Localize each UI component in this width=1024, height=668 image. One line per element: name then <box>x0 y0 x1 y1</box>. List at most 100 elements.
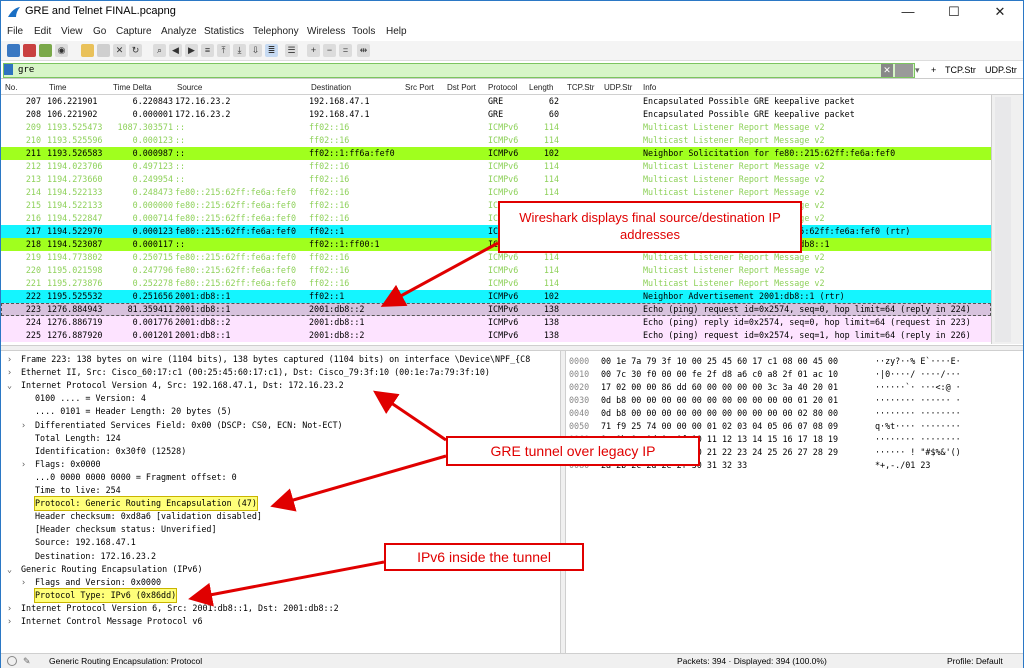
open-file-icon[interactable] <box>81 44 94 57</box>
expand-arrow-icon[interactable]: › <box>21 576 29 589</box>
find-packet-icon[interactable]: ⌕ <box>153 44 166 57</box>
col-destination[interactable]: Destination <box>311 83 351 92</box>
go-forward-icon[interactable]: ▶ <box>185 44 198 57</box>
filter-bookmark-icon[interactable] <box>4 64 13 75</box>
first-packet-icon[interactable]: ⤒ <box>217 44 230 57</box>
expand-arrow-icon[interactable]: › <box>7 353 15 366</box>
packet-row-212[interactable]: 212 1194.023706 0.497123:: ff02::16 ICMPv6 11… <box>1 160 991 173</box>
packet-row-220[interactable]: 220 1195.021598 0.247796 fe80::215:62ff:fe6… <box>1 264 991 277</box>
resize-columns-icon[interactable]: ⇹ <box>357 44 370 57</box>
detail-line[interactable]: Source: 192.168.47.1 <box>35 536 136 549</box>
packet-row-211[interactable]: 211 1193.526583 0.000987:: ff02::1:ff6a:fef… <box>1 147 991 160</box>
expert-info-icon[interactable] <box>7 656 17 666</box>
col-src-port[interactable]: Src Port <box>405 83 434 92</box>
packet-row-223[interactable]: 223 1276.884943 81.359411 2001:db8::1 2001:d… <box>1 303 991 316</box>
menu-telephony[interactable]: Telephony <box>253 26 299 37</box>
packet-row-224[interactable]: 224 1276.886719 0.001776 2001:db8::2 2001:db… <box>1 316 991 329</box>
packet-row-216[interactable]: 216 1194.522847 0.000714 fe80::215:62ff:fe6… <box>1 212 991 225</box>
detail-line[interactable]: Internet Protocol Version 4, Src: 192.16… <box>21 379 344 392</box>
packet-row-222[interactable]: 222 1195.525532 0.251656 2001:db8::1 ff02::1… <box>1 290 991 303</box>
filter-history-icon[interactable]: ▾ <box>915 64 923 77</box>
menu-statistics[interactable]: Statistics <box>204 26 244 37</box>
reload-file-icon[interactable]: ↻ <box>129 44 142 57</box>
menu-capture[interactable]: Capture <box>116 26 152 37</box>
detail-line[interactable]: 0100 .... = Version: 4 <box>35 392 146 405</box>
packet-row-210[interactable]: 210 1193.525596 0.000123:: ff02::16 ICMPv6 11… <box>1 134 991 147</box>
packet-row-213[interactable]: 213 1194.273660 0.249954:: ff02::16 ICMPv6 11… <box>1 173 991 186</box>
packet-row-221[interactable]: 221 1195.273876 0.252278 fe80::215:62ff:fe6… <box>1 277 991 290</box>
capture-options-icon[interactable]: ◉ <box>55 44 68 57</box>
col-tcp-stream[interactable]: TCP.Str <box>567 83 594 92</box>
add-filter-button[interactable]: + <box>931 64 936 77</box>
col-info[interactable]: Info <box>643 83 656 92</box>
detail-line[interactable]: Header checksum: 0xd8a6 [validation disa… <box>35 510 262 523</box>
detail-line[interactable]: Differentiated Services Field: 0x00 (DSC… <box>35 419 343 432</box>
packet-row-208[interactable]: 208 106.221902 0.000001 172.16.23.2 192.168.… <box>1 108 991 121</box>
autoscroll-icon[interactable]: ⇩ <box>249 44 262 57</box>
packet-row-218[interactable]: 2181194.5230870.000117::ff02::1:ff00:1IC… <box>1 238 991 251</box>
packet-row-207[interactable]: 207 106.221901 6.220843 172.16.23.2 192.168.… <box>1 95 991 108</box>
go-to-packet-icon[interactable]: ≡ <box>201 44 214 57</box>
colorize-icon[interactable]: ≣ <box>265 44 278 57</box>
udp-stream-button[interactable]: UDP.Str <box>985 64 1017 77</box>
last-packet-icon[interactable]: ⤓ <box>233 44 246 57</box>
detail-line[interactable]: Internet Control Message Protocol v6 <box>21 615 203 628</box>
col-length[interactable]: Length <box>529 83 553 92</box>
menu-analyze[interactable]: Analyze <box>161 26 197 37</box>
packet-row-214[interactable]: 214 1194.522133 0.248473 fe80::215:62ff:fe6… <box>1 186 991 199</box>
menu-tools[interactable]: Tools <box>352 26 375 37</box>
detail-line[interactable]: .... 0101 = Header Length: 20 bytes (5) <box>35 405 232 418</box>
detail-line[interactable]: Internet Protocol Version 6, Src: 2001:d… <box>21 602 339 615</box>
expand-arrow-icon[interactable]: › <box>7 615 15 628</box>
packet-row-215[interactable]: 215 1194.522133 0.000000 fe80::215:62ff:fe6… <box>1 199 991 212</box>
detail-line[interactable]: Protocol: Generic Routing Encapsulation … <box>34 496 258 512</box>
collapse-arrow-icon[interactable]: ⌄ <box>7 563 15 576</box>
menu-go[interactable]: Go <box>93 26 106 37</box>
capture-comment-icon[interactable]: ✎ <box>23 656 31 667</box>
close-file-icon[interactable]: ✕ <box>113 44 126 57</box>
detail-line[interactable]: Flags and Version: 0x0000 <box>35 576 161 589</box>
expand-arrow-icon[interactable]: › <box>7 602 15 615</box>
detail-line[interactable]: Flags: 0x0000 <box>35 458 101 471</box>
col-time-delta[interactable]: Time Delta <box>113 83 151 92</box>
clear-filter-icon[interactable]: ✕ <box>881 64 893 77</box>
menu-help[interactable]: Help <box>386 26 407 37</box>
detail-line[interactable]: Frame 223: 138 bytes on wire (1104 bits)… <box>21 353 530 366</box>
stop-capture-icon[interactable] <box>23 44 36 57</box>
normal-size-icon[interactable]: = <box>339 44 352 57</box>
save-file-icon[interactable] <box>97 44 110 57</box>
menu-file[interactable]: File <box>7 26 23 37</box>
col-protocol[interactable]: Protocol <box>488 83 517 92</box>
menu-edit[interactable]: Edit <box>34 26 51 37</box>
menu-view[interactable]: View <box>61 26 83 37</box>
start-capture-icon[interactable] <box>7 44 20 57</box>
zoom-out-icon[interactable]: − <box>323 44 336 57</box>
col-udp-stream[interactable]: UDP.Str <box>604 83 632 92</box>
detail-line[interactable]: Destination: 172.16.23.2 <box>35 550 156 563</box>
expand-arrow-icon[interactable]: › <box>21 458 29 471</box>
detail-line[interactable]: Time to live: 254 <box>35 484 121 497</box>
restart-capture-icon[interactable] <box>39 44 52 57</box>
expand-arrow-icon[interactable]: › <box>21 419 29 432</box>
close-button[interactable]: ✕ <box>977 1 1023 23</box>
detail-line[interactable]: ...0 0000 0000 0000 = Fragment offset: 0 <box>35 471 237 484</box>
packet-row-217[interactable]: 217 1194.522970 0.000123 fe80::215:62ff:fe6… <box>1 225 991 238</box>
detail-line[interactable]: Ethernet II, Src: Cisco_60:17:c1 (00:25:… <box>21 366 490 379</box>
packet-row-209[interactable]: 209 1193.525473 1087.303571:: ff02::16 ICMPv… <box>1 121 991 134</box>
col-source[interactable]: Source <box>177 83 202 92</box>
detail-line[interactable]: Identification: 0x30f0 (12528) <box>35 445 186 458</box>
col-no[interactable]: No. <box>5 83 17 92</box>
auto-scroll-list-icon[interactable]: ☰ <box>285 44 298 57</box>
packet-list-scrollbar[interactable] <box>991 95 1023 344</box>
menu-wireless[interactable]: Wireless <box>307 26 345 37</box>
collapse-arrow-icon[interactable]: ⌄ <box>7 379 15 392</box>
zoom-in-icon[interactable]: + <box>307 44 320 57</box>
tcp-stream-button[interactable]: TCP.Str <box>945 64 976 77</box>
status-profile[interactable]: Profile: Default <box>947 656 1003 666</box>
detail-line[interactable]: Generic Routing Encapsulation (IPv6) <box>21 563 203 576</box>
expand-arrow-icon[interactable]: › <box>7 366 15 379</box>
col-time[interactable]: Time <box>49 83 66 92</box>
packet-row-225[interactable]: 225 1276.887920 0.001201 2001:db8::1 2001:db… <box>1 329 991 342</box>
detail-line[interactable]: [Header checksum status: Unverified] <box>35 523 217 536</box>
detail-line[interactable]: Total Length: 124 <box>35 432 121 445</box>
